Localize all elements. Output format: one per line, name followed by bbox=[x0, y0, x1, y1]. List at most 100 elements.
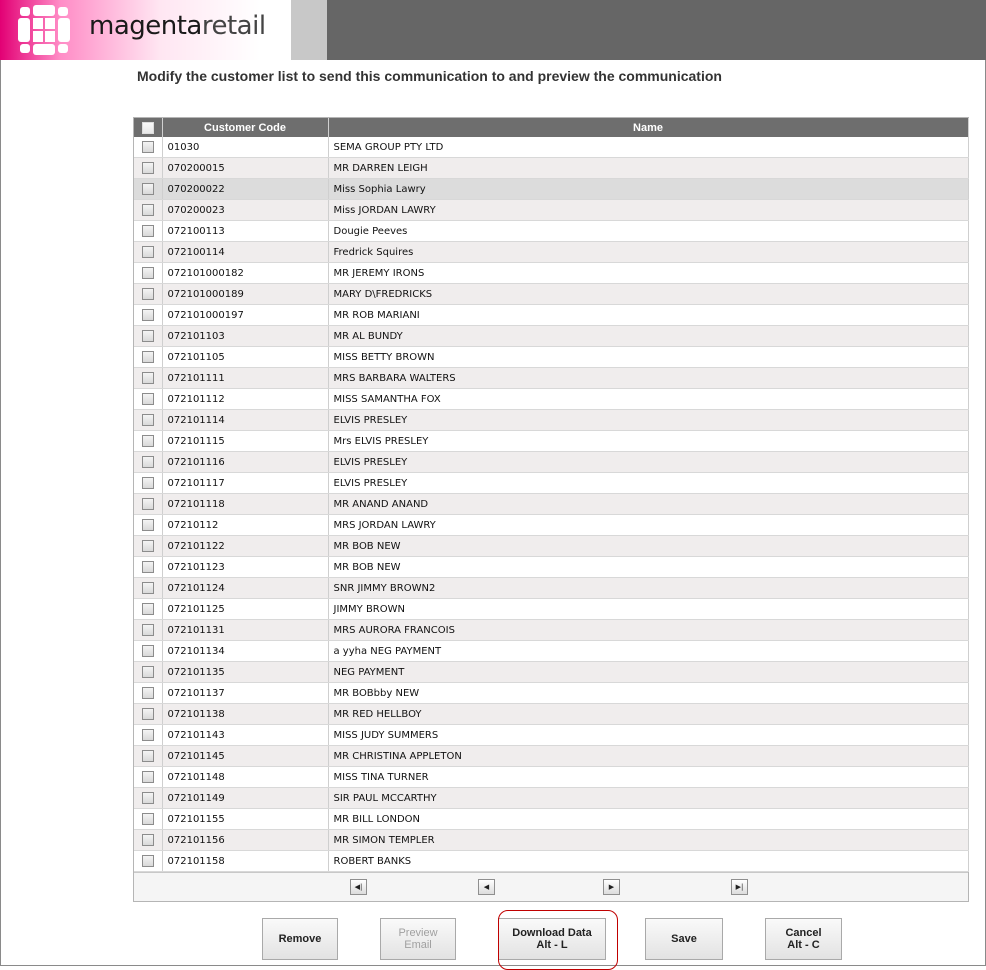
row-checkbox-cell bbox=[134, 766, 163, 788]
row-checkbox[interactable] bbox=[141, 708, 154, 720]
row-checkbox[interactable] bbox=[141, 351, 154, 363]
table-row[interactable]: 072101116 ELVIS PRESLEY bbox=[134, 451, 969, 473]
row-checkbox[interactable] bbox=[141, 456, 154, 468]
table-row[interactable]: 072101158 ROBERT BANKS bbox=[134, 850, 969, 872]
row-checkbox[interactable] bbox=[141, 666, 154, 678]
last-page-icon[interactable]: ▶| bbox=[731, 879, 748, 895]
table-row[interactable]: 072101137 MR BOBbby NEW bbox=[134, 682, 969, 704]
row-checkbox[interactable] bbox=[141, 750, 154, 762]
row-checkbox[interactable] bbox=[141, 162, 154, 174]
customer-name-cell: a yyha NEG PAYMENT bbox=[328, 640, 969, 662]
next-page-icon[interactable]: ▶ bbox=[603, 879, 620, 895]
row-checkbox[interactable] bbox=[141, 498, 154, 510]
customer-code-cell: 072101125 bbox=[162, 598, 329, 620]
row-checkbox[interactable] bbox=[141, 792, 154, 804]
row-checkbox-cell bbox=[134, 367, 163, 389]
row-checkbox[interactable] bbox=[141, 225, 154, 237]
row-checkbox[interactable] bbox=[141, 141, 154, 153]
row-checkbox[interactable] bbox=[141, 645, 154, 657]
row-checkbox[interactable] bbox=[141, 855, 154, 867]
table-row[interactable]: 072101114 ELVIS PRESLEY bbox=[134, 409, 969, 431]
cancel-button[interactable]: Cancel Alt - C bbox=[765, 918, 842, 960]
row-checkbox-cell bbox=[134, 220, 163, 242]
table-row[interactable]: 01030 SEMA GROUP PTY LTD bbox=[134, 137, 969, 158]
cancel-button-label: Cancel Alt - C bbox=[785, 927, 821, 951]
table-row[interactable]: 072101122 MR BOB NEW bbox=[134, 535, 969, 557]
customer-name-cell: MISS SAMANTHA FOX bbox=[328, 388, 969, 410]
table-row[interactable]: 072101156 MR SIMON TEMPLER bbox=[134, 829, 969, 851]
row-checkbox[interactable] bbox=[141, 771, 154, 783]
row-checkbox-cell bbox=[134, 850, 163, 872]
table-row[interactable]: 072100113 Dougie Peeves bbox=[134, 220, 969, 242]
row-checkbox[interactable] bbox=[141, 540, 154, 552]
row-checkbox[interactable] bbox=[141, 309, 154, 321]
row-checkbox[interactable] bbox=[141, 267, 154, 279]
previous-page-icon[interactable]: ◀ bbox=[478, 879, 495, 895]
table-row[interactable]: 072101123 MR BOB NEW bbox=[134, 556, 969, 578]
customer-code-cell: 070200015 bbox=[162, 157, 329, 179]
row-checkbox[interactable] bbox=[141, 204, 154, 216]
customer-name-cell: Mrs ELVIS PRESLEY bbox=[328, 430, 969, 452]
customer-name-cell: JIMMY BROWN bbox=[328, 598, 969, 620]
table-row[interactable]: 072101148 MISS TINA TURNER bbox=[134, 766, 969, 788]
table-row[interactable]: 072101149 SIR PAUL MCCARTHY bbox=[134, 787, 969, 809]
customer-code-header[interactable]: Customer Code bbox=[162, 118, 329, 137]
table-row[interactable]: 072101105 MISS BETTY BROWN bbox=[134, 346, 969, 368]
row-checkbox[interactable] bbox=[141, 330, 154, 342]
row-checkbox[interactable] bbox=[141, 288, 154, 300]
table-row[interactable]: 070200022 Miss Sophia Lawry bbox=[134, 178, 969, 200]
table-row[interactable]: 072101134 a yyha NEG PAYMENT bbox=[134, 640, 969, 662]
table-row[interactable]: 072101000182 MR JEREMY IRONS bbox=[134, 262, 969, 284]
remove-button[interactable]: Remove bbox=[262, 918, 338, 960]
focus-ring-highlight bbox=[498, 910, 618, 970]
table-row[interactable]: 072101125 JIMMY BROWN bbox=[134, 598, 969, 620]
save-button[interactable]: Save bbox=[645, 918, 723, 960]
row-checkbox-cell bbox=[134, 137, 163, 158]
table-row[interactable]: 072101000189 MARY D\FREDRICKS bbox=[134, 283, 969, 305]
table-row[interactable]: 072101155 MR BILL LONDON bbox=[134, 808, 969, 830]
select-all-checkbox[interactable] bbox=[141, 121, 154, 134]
row-checkbox[interactable] bbox=[141, 519, 154, 531]
table-row[interactable]: 070200023 Miss JORDAN LAWRY bbox=[134, 199, 969, 221]
row-checkbox[interactable] bbox=[141, 624, 154, 636]
preview-email-button[interactable]: Preview Email bbox=[380, 918, 456, 960]
table-row[interactable]: 072101143 MISS JUDY SUMMERS bbox=[134, 724, 969, 746]
row-checkbox[interactable] bbox=[141, 834, 154, 846]
table-row[interactable]: 072101131 MRS AURORA FRANCOIS bbox=[134, 619, 969, 641]
table-row[interactable]: 072101111 MRS BARBARA WALTERS bbox=[134, 367, 969, 389]
row-checkbox[interactable] bbox=[141, 477, 154, 489]
row-checkbox[interactable] bbox=[141, 246, 154, 258]
row-checkbox[interactable] bbox=[141, 372, 154, 384]
customer-name-cell: Dougie Peeves bbox=[328, 220, 969, 242]
table-row[interactable]: 070200015 MR DARREN LEIGH bbox=[134, 157, 969, 179]
table-row[interactable]: 07210112 MRS JORDAN LAWRY bbox=[134, 514, 969, 536]
table-row[interactable]: 072100114 Fredrick Squires bbox=[134, 241, 969, 263]
table-row[interactable]: 072101135 NEG PAYMENT bbox=[134, 661, 969, 683]
table-row[interactable]: 072101124 SNR JIMMY BROWN2 bbox=[134, 577, 969, 599]
row-checkbox[interactable] bbox=[141, 813, 154, 825]
name-header[interactable]: Name bbox=[328, 118, 969, 137]
table-row[interactable]: 072101000197 MR ROB MARIANI bbox=[134, 304, 969, 326]
row-checkbox-cell bbox=[134, 661, 163, 683]
row-checkbox[interactable] bbox=[141, 183, 154, 195]
table-row[interactable]: 072101117 ELVIS PRESLEY bbox=[134, 472, 969, 494]
row-checkbox[interactable] bbox=[141, 603, 154, 615]
table-row[interactable]: 072101115 Mrs ELVIS PRESLEY bbox=[134, 430, 969, 452]
row-checkbox[interactable] bbox=[141, 414, 154, 426]
table-row[interactable]: 072101145 MR CHRISTINA APPLETON bbox=[134, 745, 969, 767]
cancel-line1: Cancel bbox=[785, 927, 822, 939]
row-checkbox[interactable] bbox=[141, 435, 154, 447]
row-checkbox[interactable] bbox=[141, 561, 154, 573]
table-row[interactable]: 072101103 MR AL BUNDY bbox=[134, 325, 969, 347]
table-row[interactable]: 072101112 MISS SAMANTHA FOX bbox=[134, 388, 969, 410]
customer-name-cell: MR BOBbby NEW bbox=[328, 682, 969, 704]
table-row[interactable]: 072101118 MR ANAND ANAND bbox=[134, 493, 969, 515]
table-row[interactable]: 072101138 MR RED HELLBOY bbox=[134, 703, 969, 725]
first-page-icon[interactable]: ◀​| bbox=[350, 879, 367, 895]
cancel-line2: Alt - C bbox=[787, 939, 820, 951]
row-checkbox[interactable] bbox=[141, 729, 154, 741]
customer-code-cell: 072101000182 bbox=[162, 262, 329, 284]
row-checkbox[interactable] bbox=[141, 393, 154, 405]
row-checkbox[interactable] bbox=[141, 687, 154, 699]
row-checkbox[interactable] bbox=[141, 582, 154, 594]
